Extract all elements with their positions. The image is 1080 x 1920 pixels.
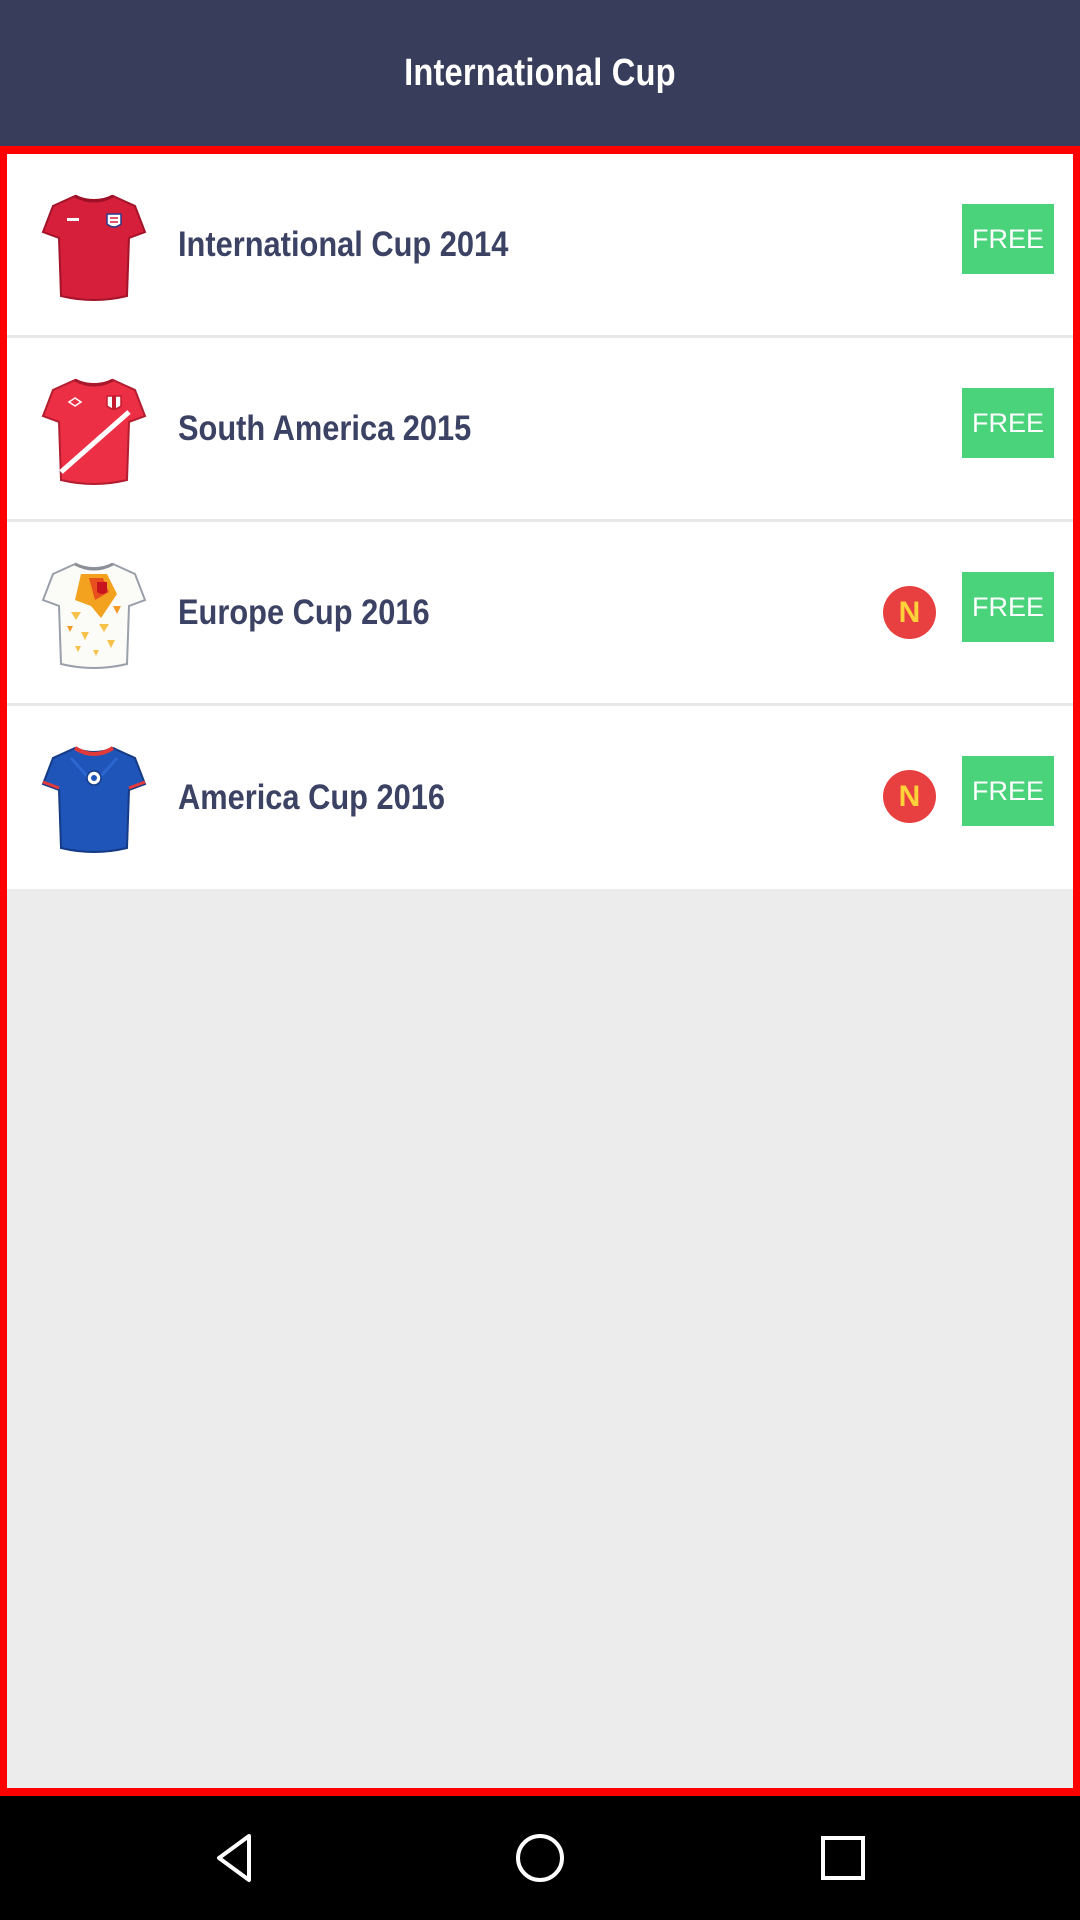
blue-jersey-icon <box>41 744 147 854</box>
item-title: South America 2015 <box>178 408 472 448</box>
item-title: America Cup 2016 <box>178 777 446 817</box>
red-england-jersey-icon <box>41 192 147 302</box>
item-title: International Cup 2014 <box>178 224 509 264</box>
free-button[interactable]: FREE <box>962 756 1054 826</box>
back-icon[interactable] <box>205 1826 269 1890</box>
free-button[interactable]: FREE <box>962 572 1054 642</box>
white-orange-jersey-icon <box>41 560 147 670</box>
list-item[interactable]: America Cup 2016 N FREE <box>7 706 1073 889</box>
red-sash-jersey-icon <box>41 376 147 486</box>
free-button[interactable]: FREE <box>962 388 1054 458</box>
new-badge: N <box>883 770 936 823</box>
list-item[interactable]: Europe Cup 2016 N FREE <box>7 522 1073 706</box>
list-item[interactable]: South America 2015 FREE <box>7 338 1073 522</box>
new-badge: N <box>883 586 936 639</box>
cup-list: International Cup 2014 FREE South Americ… <box>7 154 1073 889</box>
app-header: International Cup <box>0 0 1080 146</box>
item-title: Europe Cup 2016 <box>178 592 430 632</box>
content-frame: International Cup 2014 FREE South Americ… <box>0 146 1080 1796</box>
free-button[interactable]: FREE <box>962 204 1054 274</box>
home-icon[interactable] <box>508 1826 572 1890</box>
system-navigation-bar <box>0 1796 1080 1920</box>
list-item[interactable]: International Cup 2014 FREE <box>7 154 1073 338</box>
page-title: International Cup <box>404 51 676 94</box>
recents-icon[interactable] <box>811 1826 875 1890</box>
